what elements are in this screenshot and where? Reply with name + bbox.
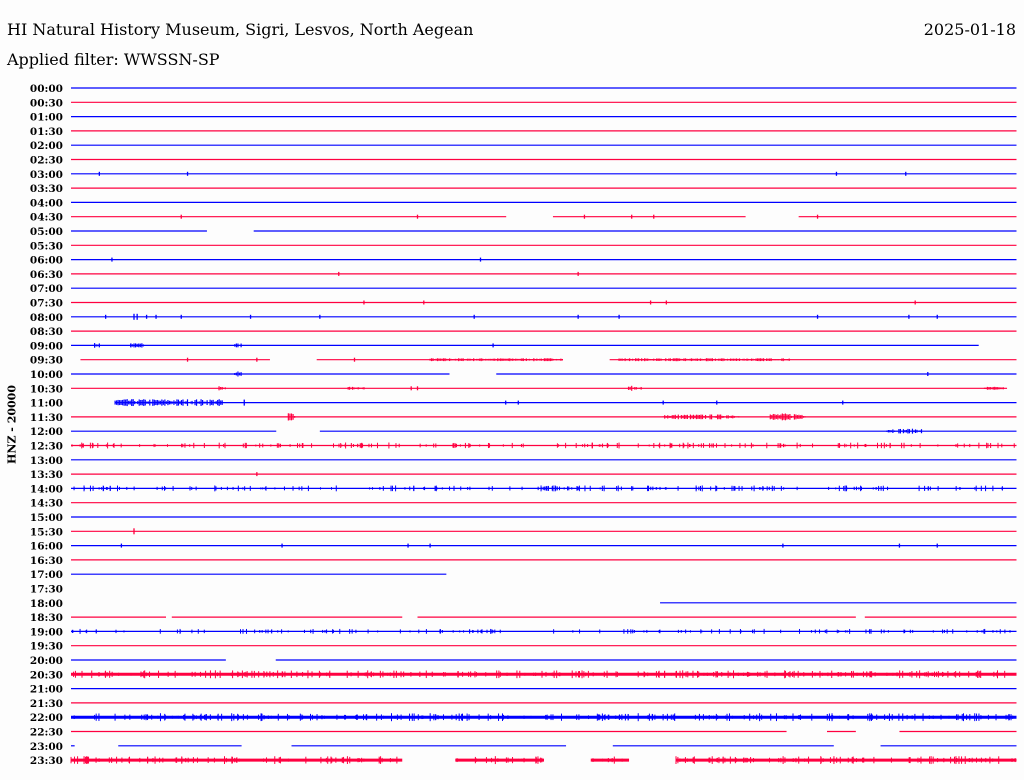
time-tick-label: 12:00 (30, 426, 63, 438)
time-tick-label: 04:00 (30, 197, 63, 209)
time-tick-label: 07:00 (30, 283, 63, 295)
time-tick-label: 21:00 (30, 684, 63, 696)
time-tick-label: 22:00 (30, 712, 63, 724)
time-tick-label: 11:00 (30, 398, 63, 410)
time-tick-label: 06:30 (30, 269, 63, 281)
time-tick-label: 16:00 (30, 541, 63, 553)
time-tick-label: 04:30 (30, 212, 63, 224)
helicorder-plot: 00:00 00:30 01:00 01:30 02:00 02:30 03:00 03:30… (30, 83, 1017, 767)
time-tick-label: 00:30 (30, 97, 63, 109)
time-tick-label: 15:00 (30, 512, 63, 524)
time-tick-label: 23:30 (30, 755, 63, 767)
time-tick-label: 03:00 (30, 169, 63, 181)
time-tick-label: 01:30 (30, 126, 63, 138)
time-tick-label: 08:00 (30, 312, 63, 324)
time-tick-label: 14:00 (30, 483, 63, 495)
time-tick-label: 10:30 (30, 383, 63, 395)
time-tick-label: 02:30 (30, 155, 63, 167)
time-tick-label: 23:00 (30, 741, 63, 753)
time-tick-label: 02:00 (30, 140, 63, 152)
time-tick-label: 19:00 (30, 626, 63, 638)
time-tick-label: 21:30 (30, 698, 63, 710)
time-tick-label: 18:30 (30, 612, 63, 624)
time-tick-label: 20:30 (30, 669, 63, 681)
time-tick-label: 07:30 (30, 298, 63, 310)
time-tick-label: 19:30 (30, 641, 63, 653)
time-tick-label: 18:00 (30, 598, 63, 610)
time-tick-label: 09:00 (30, 340, 63, 352)
time-tick-label: 11:30 (30, 412, 63, 424)
time-tick-label: 10:00 (30, 369, 63, 381)
time-tick-label: 03:30 (30, 183, 63, 195)
time-tick-label: 16:30 (30, 555, 63, 567)
time-tick-label: 13:00 (30, 455, 63, 467)
time-tick-label: 22:30 (30, 727, 63, 739)
time-tick-label: 12:30 (30, 441, 63, 453)
time-tick-label: 15:30 (30, 526, 63, 538)
time-tick-label: 17:00 (30, 569, 63, 581)
time-tick-label: 09:30 (30, 355, 63, 367)
time-tick-label: 06:00 (30, 255, 63, 267)
time-tick-label: 00:00 (30, 83, 63, 95)
time-tick-label: 20:00 (30, 655, 63, 667)
time-tick-label: 13:30 (30, 469, 63, 481)
time-tick-label: 08:30 (30, 326, 63, 338)
time-tick-label: 01:00 (30, 112, 63, 124)
time-tick-label: 05:00 (30, 226, 63, 238)
time-tick-label: 14:30 (30, 498, 63, 510)
time-tick-label: 05:30 (30, 240, 63, 252)
time-tick-label: 17:30 (30, 584, 63, 596)
